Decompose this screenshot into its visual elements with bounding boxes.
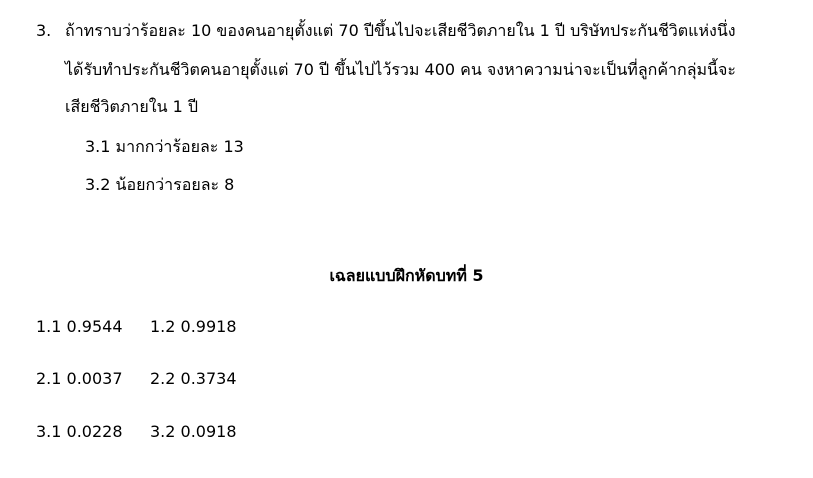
answer-2-2: 2.2 0.3734 [150, 369, 237, 388]
question-text-line-3: เสียชีวิตภายใน 1 ปี [65, 97, 199, 116]
cropped-previous-line [118, 0, 450, 3]
answer-3-1: 3.1 0.0228 [36, 422, 123, 441]
sub-question-3-2: 3.2 น้อยกว่ารอยละ 8 [85, 175, 235, 194]
sub-question-3-1: 3.1 มากกว่าร้อยละ 13 [85, 137, 244, 156]
question-text-line-2: ได้รับทำประกันชีวิตคนอายุตั้งแต่ 70 ปี ข… [65, 60, 736, 79]
answer-2-1: 2.1 0.0037 [36, 369, 123, 388]
answer-row: 1.1 0.9544 1.2 0.9918 [36, 316, 237, 338]
answer-1-1: 1.1 0.9544 [36, 317, 123, 336]
answer-row: 2.1 0.0037 2.2 0.3734 [36, 368, 237, 390]
answer-1-2: 1.2 0.9918 [150, 317, 237, 336]
question-text-line-1: ถ้าทราบว่าร้อยละ 10 ของคนอายุตั้งแต่ 70 … [65, 21, 736, 40]
document-page: 3. ถ้าทราบว่าร้อยละ 10 ของคนอายุตั้งแต่ … [0, 0, 813, 478]
question-number: 3. [36, 21, 52, 40]
answer-row: 3.1 0.0228 3.2 0.0918 [36, 421, 237, 443]
answer-key-title: เฉลยแบบฝึกหัดบทที่ 5 [329, 266, 484, 285]
answer-3-2: 3.2 0.0918 [150, 422, 237, 441]
